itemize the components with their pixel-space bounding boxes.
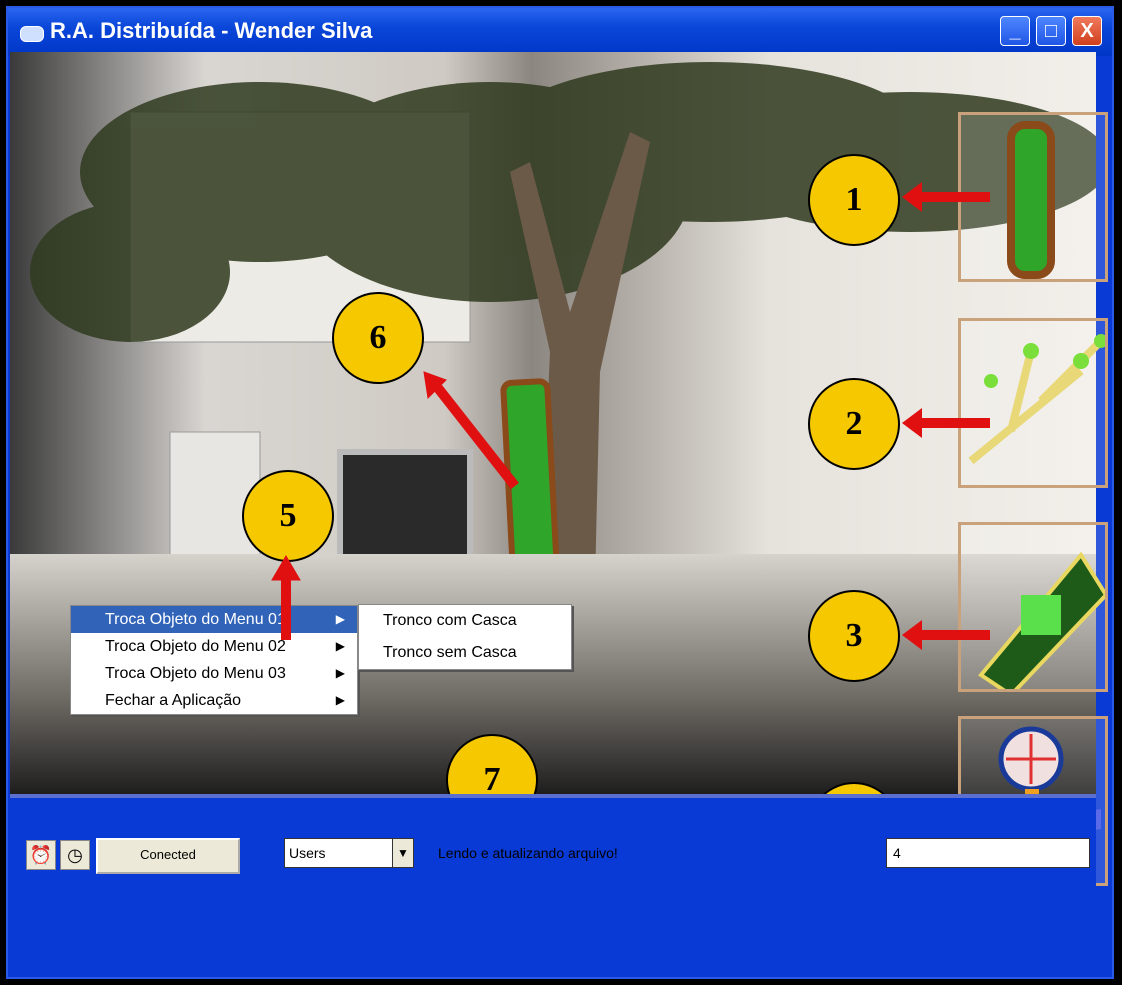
count-field[interactable]: 4 <box>886 838 1090 868</box>
status-message: Lendo e atualizando arquivo! <box>438 845 618 861</box>
users-select-value: Users <box>289 845 326 861</box>
arrow-5-head <box>271 555 301 581</box>
alarm-clock-icon[interactable]: ⏰ <box>26 840 56 870</box>
status-bar <box>10 798 1096 958</box>
arrow-6-shaft <box>434 384 519 490</box>
users-select[interactable]: Users ▼ <box>284 838 414 868</box>
chevron-down-icon[interactable]: ▼ <box>392 839 413 867</box>
clock-icon[interactable]: ◷ <box>60 840 90 870</box>
connect-button[interactable]: Conected <box>96 838 240 874</box>
